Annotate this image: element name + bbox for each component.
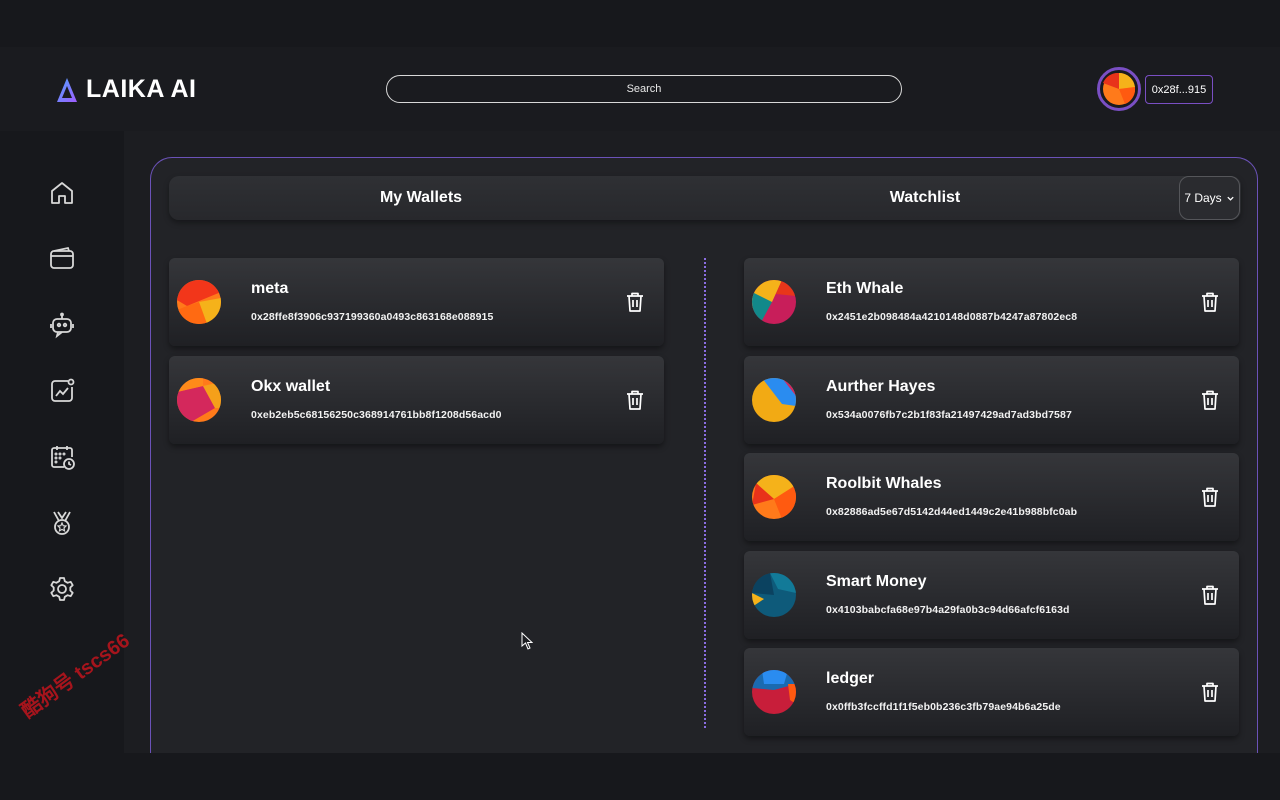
brand-logo[interactable]: LAIKA AI bbox=[56, 75, 196, 104]
watchlist-address: 0x82886ad5e67d5142d44ed1449c2e41b988bfc0… bbox=[826, 506, 1078, 518]
wallet-name: Okx wallet bbox=[251, 378, 331, 395]
trash-icon bbox=[1202, 682, 1218, 702]
calendar-clock-icon bbox=[51, 446, 75, 470]
watchlist-name: Eth Whale bbox=[826, 280, 904, 297]
trash-icon bbox=[627, 292, 643, 312]
search-input[interactable] bbox=[386, 75, 902, 103]
watchlist-name: Roolbit Whales bbox=[826, 475, 942, 492]
watchlist-avatar bbox=[752, 573, 796, 617]
delete-watchlist-button[interactable] bbox=[1200, 486, 1220, 508]
bottom-letterbox bbox=[0, 753, 1280, 800]
column-divider bbox=[704, 258, 706, 728]
tab-my-wallets[interactable]: My Wallets bbox=[169, 176, 673, 220]
top-letterbox bbox=[0, 0, 1280, 47]
brand-name: LAIKA AI bbox=[86, 75, 197, 103]
trash-icon bbox=[1202, 292, 1218, 312]
trash-icon bbox=[1202, 487, 1218, 507]
wallet-address: 0x28ffe8f3906c937199360a0493c863168e0889… bbox=[251, 311, 494, 323]
delete-wallet-button[interactable] bbox=[625, 291, 645, 313]
app-window: LAIKA AI 0x28f...915 bbox=[0, 47, 1280, 757]
panel-tabs: My Wallets Watchlist 7 Days bbox=[169, 176, 1241, 220]
watchlist-avatar-icon bbox=[752, 378, 796, 422]
sidebar-item-calendar[interactable] bbox=[48, 443, 76, 471]
trash-icon bbox=[1202, 390, 1218, 410]
watchlist-name: Smart Money bbox=[826, 573, 927, 590]
delete-wallet-button[interactable] bbox=[625, 389, 645, 411]
wallet-name: meta bbox=[251, 280, 289, 297]
watchlist-card[interactable]: ledger 0x0ffb3fccffd1f1f5eb0b236c3fb79ae… bbox=[744, 648, 1239, 736]
home-icon bbox=[51, 182, 73, 204]
wallet-icon bbox=[50, 246, 74, 269]
trash-icon bbox=[627, 390, 643, 410]
gear-icon bbox=[50, 577, 74, 601]
user-avatar[interactable] bbox=[1097, 67, 1141, 111]
sidebar-item-rewards[interactable] bbox=[48, 509, 76, 537]
delete-watchlist-button[interactable] bbox=[1200, 389, 1220, 411]
delete-watchlist-button[interactable] bbox=[1200, 681, 1220, 703]
watchlist-address: 0x4103babcfa68e97b4a29fa0b3c94d66afcf616… bbox=[826, 604, 1070, 616]
tab-watchlist[interactable]: Watchlist bbox=[673, 176, 1177, 220]
watchlist-avatar-icon bbox=[752, 573, 796, 617]
watchlist-avatar bbox=[752, 378, 796, 422]
watchlist-card[interactable]: Smart Money 0x4103babcfa68e97b4a29fa0b3c… bbox=[744, 551, 1239, 639]
avatar-icon bbox=[1103, 73, 1135, 105]
robot-chat-icon bbox=[50, 312, 74, 339]
wallet-avatar-icon bbox=[177, 378, 221, 422]
watchlist-address: 0x534a0076fb7c2b1f83fa21497429ad7ad3bd75… bbox=[826, 409, 1072, 421]
sidebar-item-ai-chat[interactable] bbox=[48, 311, 76, 339]
wallet-avatar bbox=[177, 280, 221, 324]
sidebar-item-analytics[interactable] bbox=[48, 377, 76, 405]
watchlist-address: 0x2451e2b098484a4210148d0887b4247a87802e… bbox=[826, 311, 1078, 323]
sidebar-item-settings[interactable] bbox=[48, 575, 76, 603]
wallet-card[interactable]: Okx wallet 0xeb2eb5c68156250c368914761bb… bbox=[169, 356, 664, 444]
wallet-address-button[interactable]: 0x28f...915 bbox=[1145, 75, 1213, 104]
medal-icon bbox=[53, 511, 71, 535]
wallet-address: 0xeb2eb5c68156250c368914761bb8f1208d56ac… bbox=[251, 409, 502, 421]
watchlist-card[interactable]: Eth Whale 0x2451e2b098484a4210148d0887b4… bbox=[744, 258, 1239, 346]
wallet-avatar-icon bbox=[177, 280, 221, 324]
analytics-icon bbox=[51, 378, 75, 402]
watchlist-avatar-icon bbox=[752, 670, 796, 714]
watchlist-name: ledger bbox=[826, 670, 875, 687]
watchlist-avatar bbox=[752, 280, 796, 324]
watchlist-name: Aurther Hayes bbox=[826, 378, 936, 395]
wallets-panel: My Wallets Watchlist 7 Days meta 0x28ffe… bbox=[150, 157, 1258, 757]
sidebar-item-wallet[interactable] bbox=[48, 245, 76, 273]
watchlist-card[interactable]: Aurther Hayes 0x534a0076fb7c2b1f83fa2149… bbox=[744, 356, 1239, 444]
period-select[interactable]: 7 Days bbox=[1179, 176, 1240, 220]
watchlist-address: 0x0ffb3fccffd1f1f5eb0b236c3fb79ae94b6a25… bbox=[826, 701, 1061, 713]
watchlist-avatar bbox=[752, 670, 796, 714]
wallet-avatar bbox=[177, 378, 221, 422]
top-header: LAIKA AI 0x28f...915 bbox=[0, 47, 1280, 131]
watchlist-avatar bbox=[752, 475, 796, 519]
laika-logo-icon bbox=[57, 77, 77, 102]
trash-icon bbox=[1202, 585, 1218, 605]
delete-watchlist-button[interactable] bbox=[1200, 584, 1220, 606]
watchlist-avatar-icon bbox=[752, 280, 796, 324]
delete-watchlist-button[interactable] bbox=[1200, 291, 1220, 313]
chevron-down-icon bbox=[1227, 196, 1234, 201]
watchlist-card[interactable]: Roolbit Whales 0x82886ad5e67d5142d44ed14… bbox=[744, 453, 1239, 541]
period-select-value: 7 Days bbox=[1184, 191, 1222, 205]
mouse-cursor-icon bbox=[521, 632, 533, 650]
watchlist-avatar-icon bbox=[752, 475, 796, 519]
sidebar-item-home[interactable] bbox=[48, 179, 76, 207]
wallet-card[interactable]: meta 0x28ffe8f3906c937199360a0493c863168… bbox=[169, 258, 664, 346]
